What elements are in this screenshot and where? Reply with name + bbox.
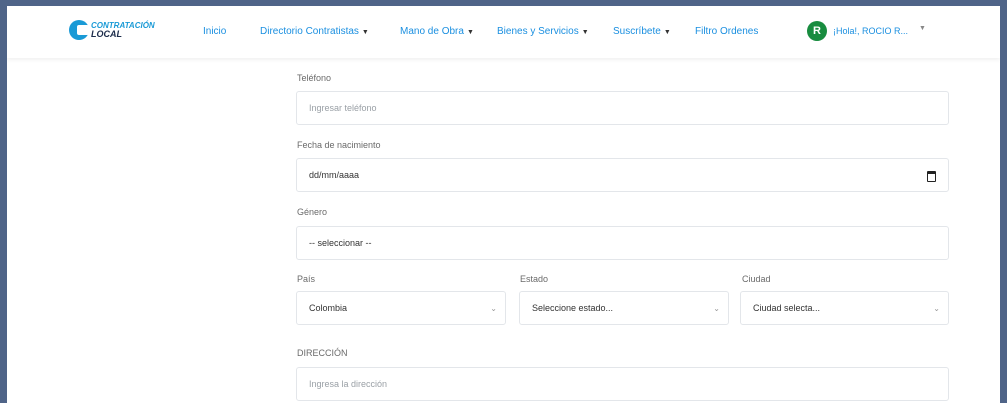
address-input[interactable]: Ingresa la dirección (296, 367, 949, 401)
nav-item-mano-de-obra[interactable]: Mano de Obra ▼ (400, 26, 474, 37)
phone-label: Teléfono (297, 73, 332, 83)
country-selected-value: Colombia (309, 303, 348, 313)
avatar[interactable]: R (807, 21, 827, 41)
phone-placeholder: Ingresar teléfono (309, 103, 377, 113)
state-select[interactable]: Seleccione estado... ⌄ (519, 291, 729, 325)
country-select[interactable]: Colombia ⌄ (296, 291, 506, 325)
logo-mark-icon (69, 20, 89, 40)
phone-input[interactable]: Ingresar teléfono (296, 91, 949, 125)
browser-viewport: CONTRATACIÓN LOCAL Inicio Directorio Con… (7, 6, 1000, 403)
nav-item-label: Filtro Ordenes (695, 26, 759, 37)
chevron-down-icon: ⌄ (933, 304, 940, 313)
address-placeholder: Ingresa la dirección (309, 379, 388, 389)
chevron-down-icon: ▼ (581, 29, 589, 36)
state-label: Estado (520, 274, 549, 284)
brand-logo[interactable]: CONTRATACIÓN LOCAL (69, 20, 155, 40)
logo-line-2: LOCAL (91, 29, 122, 39)
state-selected-value: Seleccione estado... (532, 303, 614, 313)
top-navbar: CONTRATACIÓN LOCAL Inicio Directorio Con… (7, 6, 1000, 58)
chevron-down-icon: ▼ (663, 29, 671, 36)
calendar-icon[interactable] (927, 171, 936, 182)
address-label: DIRECCIÓN (297, 348, 348, 358)
city-label: Ciudad (742, 274, 771, 284)
chevron-down-icon: ▼ (466, 29, 474, 36)
birthdate-input[interactable]: dd/mm/aaaa (296, 158, 949, 192)
birthdate-value: dd/mm/aaaa (309, 170, 360, 180)
nav-item-label: Bienes y Servicios (497, 26, 579, 37)
chevron-down-icon: ⌄ (713, 304, 720, 313)
nav-item-inicio[interactable]: Inicio (203, 26, 226, 37)
country-label: País (297, 274, 316, 284)
nav-item-filtro-ordenes[interactable]: Filtro Ordenes (695, 26, 758, 37)
nav-item-label: Mano de Obra (400, 26, 464, 37)
nav-item-bienes-y-servicios[interactable]: Bienes y Servicios ▼ (497, 26, 589, 37)
chevron-down-icon[interactable]: ▼ (919, 25, 926, 32)
nav-item-directorio-contratistas[interactable]: Directorio Contratistas ▼ (260, 26, 369, 37)
chevron-down-icon: ▼ (361, 29, 369, 36)
user-menu-greeting[interactable]: ¡Hola!, ROCIO R... (833, 26, 908, 36)
gender-select[interactable]: -- seleccionar -- (296, 226, 949, 260)
logo-text: CONTRATACIÓN LOCAL (91, 21, 155, 39)
nav-item-label: Directorio Contratistas (260, 26, 359, 37)
gender-selected-value: -- seleccionar -- (309, 238, 372, 248)
chevron-down-icon: ⌄ (490, 304, 497, 313)
gender-label: Género (297, 207, 328, 217)
city-selected-value: Ciudad selecta... (753, 303, 821, 313)
nav-item-suscribete[interactable]: Suscríbete ▼ (613, 26, 671, 37)
city-select[interactable]: Ciudad selecta... ⌄ (740, 291, 949, 325)
nav-item-label: Suscríbete (613, 26, 661, 37)
birthdate-label: Fecha de nacimiento (297, 140, 381, 150)
nav-item-label: Inicio (203, 26, 227, 37)
